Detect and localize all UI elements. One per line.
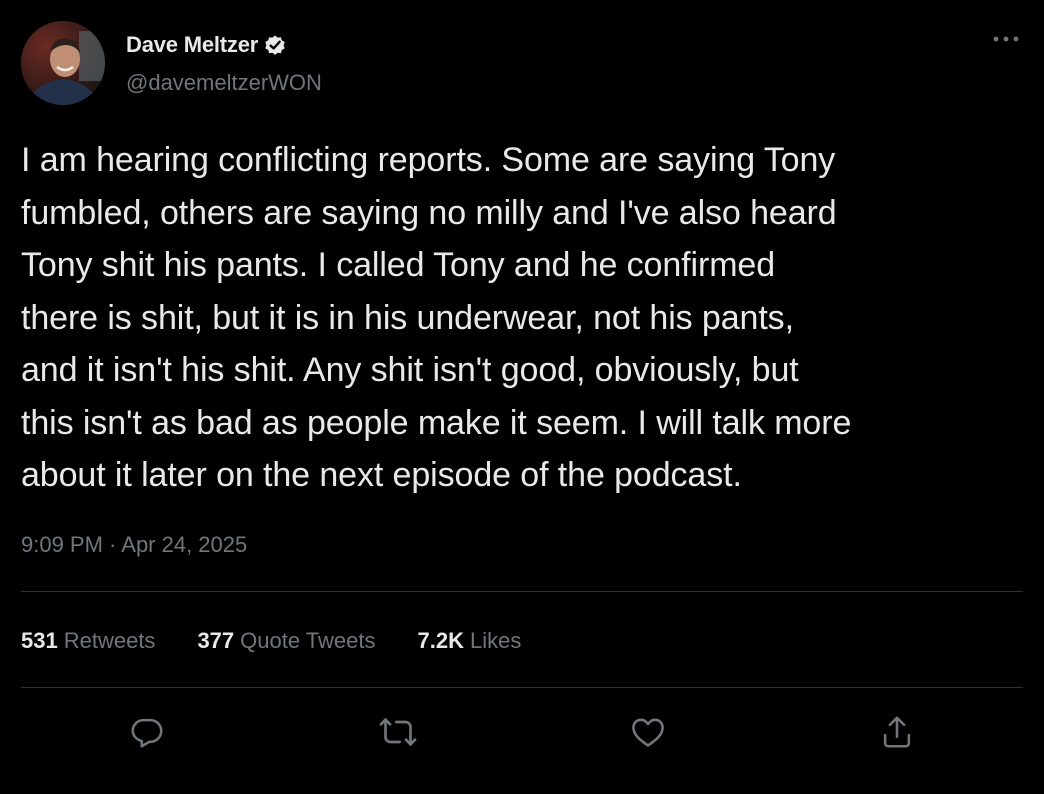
retweets-count: 531 bbox=[21, 628, 58, 653]
likes-count: 7.2K bbox=[417, 628, 464, 653]
likes-label: Likes bbox=[469, 628, 522, 653]
quote-tweets-label: Quote Tweets bbox=[240, 628, 376, 653]
divider bbox=[21, 687, 1023, 688]
retweet-icon bbox=[379, 718, 417, 746]
quote-tweets-stat[interactable]: 377 Quote Tweets bbox=[197, 628, 375, 654]
divider bbox=[21, 591, 1023, 592]
reply-icon bbox=[131, 718, 163, 748]
likes-stat[interactable]: 7.2K Likes bbox=[418, 628, 522, 654]
engagement-stats: 531 Retweets 377 Quote Tweets 7.2K Likes bbox=[21, 624, 563, 658]
tweet-text: I am hearing conflicting reports. Some a… bbox=[21, 141, 852, 494]
more-options-button[interactable] bbox=[986, 24, 1026, 54]
share-icon bbox=[883, 716, 911, 748]
heart-icon bbox=[632, 718, 664, 747]
share-button[interactable] bbox=[871, 706, 923, 758]
retweets-stat[interactable]: 531 Retweets bbox=[21, 628, 155, 654]
retweets-label: Retweets bbox=[63, 628, 156, 653]
reply-button[interactable] bbox=[121, 706, 173, 758]
more-dots-icon bbox=[993, 36, 1019, 42]
author-display-name[interactable]: Dave Meltzer bbox=[126, 32, 258, 58]
avatar-photo-icon bbox=[21, 21, 105, 105]
tweet-card: Dave Meltzer @davemeltzerWON I am hearin… bbox=[0, 0, 1044, 794]
quote-tweets-count: 377 bbox=[197, 628, 235, 653]
verified-badge-icon bbox=[263, 33, 287, 57]
author-name-row: Dave Meltzer bbox=[126, 30, 287, 60]
like-button[interactable] bbox=[622, 706, 674, 758]
retweet-button[interactable] bbox=[372, 706, 424, 758]
author-handle[interactable]: @davemeltzerWON bbox=[126, 70, 322, 96]
tweet-timestamp[interactable]: 9:09 PM · Apr 24, 2025 bbox=[21, 532, 247, 558]
author-avatar[interactable] bbox=[21, 21, 105, 105]
action-bar bbox=[0, 706, 1044, 758]
